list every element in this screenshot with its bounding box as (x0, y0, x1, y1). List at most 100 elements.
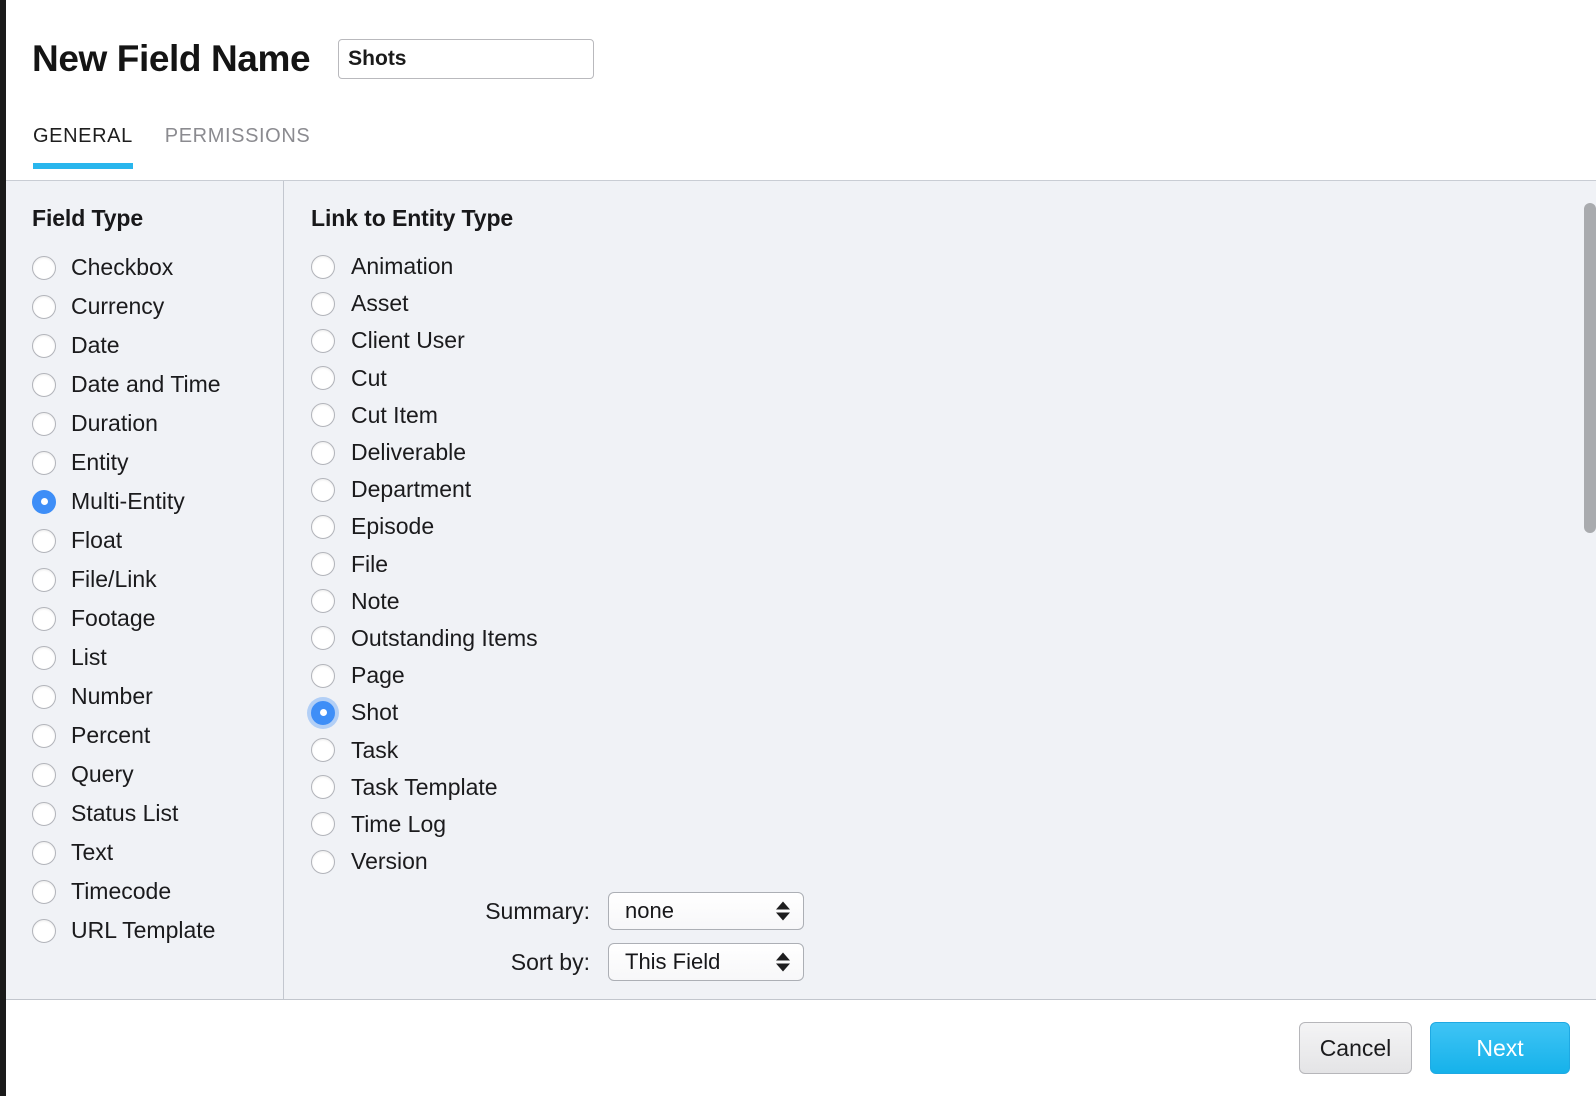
link-entity-radio-group: Animation Asset Client User Cut Cut Item Deli… (311, 248, 1596, 880)
radio-icon-unchecked[interactable] (32, 567, 56, 592)
link-entity-option-asset[interactable]: Asset (311, 285, 1596, 322)
field-name-input[interactable] (338, 39, 595, 79)
radio-icon-unchecked[interactable] (311, 477, 335, 502)
setting-label-summary: Summary: (485, 897, 590, 924)
radio-icon-unchecked[interactable] (311, 626, 335, 651)
radio-icon-unchecked[interactable] (32, 606, 56, 631)
dialog-content: Field Type Checkbox Currency Date Date and … (6, 180, 1596, 1000)
radio-icon-unchecked[interactable] (32, 801, 56, 826)
radio-icon-unchecked[interactable] (32, 450, 56, 475)
field-type-option-label: Percent (71, 722, 151, 748)
radio-icon-unchecked[interactable] (32, 840, 56, 865)
tab-general[interactable]: GENERAL (33, 118, 133, 169)
radio-icon-unchecked[interactable] (311, 440, 335, 465)
chevron-up-icon[interactable] (776, 901, 790, 910)
radio-icon-unchecked[interactable] (311, 291, 335, 316)
link-entity-option-deliverable[interactable]: Deliverable (311, 434, 1596, 471)
radio-icon-unchecked[interactable] (32, 918, 56, 943)
radio-icon-checked[interactable] (32, 489, 56, 514)
link-entity-option-page[interactable]: Page (311, 657, 1596, 694)
link-entity-option-time-log[interactable]: Time Log (311, 806, 1596, 843)
radio-icon-unchecked[interactable] (32, 684, 56, 709)
field-type-option-list[interactable]: List (32, 638, 283, 677)
link-entity-option-label: Cut Item (351, 401, 438, 428)
link-entity-option-note[interactable]: Note (311, 583, 1596, 620)
link-entity-option-cut[interactable]: Cut (311, 360, 1596, 397)
radio-icon-unchecked[interactable] (311, 254, 335, 279)
radio-icon-unchecked[interactable] (32, 723, 56, 748)
link-entity-option-version[interactable]: Version (311, 843, 1596, 880)
field-type-option-text[interactable]: Text (32, 833, 283, 872)
cancel-button[interactable]: Cancel (1299, 1022, 1412, 1074)
radio-icon-unchecked[interactable] (32, 645, 56, 670)
field-type-option-date[interactable]: Date (32, 326, 283, 365)
field-type-option-query[interactable]: Query (32, 755, 283, 794)
link-entity-option-animation[interactable]: Animation (311, 248, 1596, 285)
field-type-option-label: Text (71, 839, 114, 865)
link-entity-option-task-template[interactable]: Task Template (311, 769, 1596, 806)
field-type-option-label: File/Link (71, 566, 157, 592)
field-type-option-label: Status List (71, 800, 179, 826)
radio-icon-unchecked[interactable] (311, 738, 335, 763)
dialog-footer: Cancel Next (6, 1000, 1596, 1096)
stepper-arrows-icon[interactable] (776, 952, 790, 972)
radio-icon-unchecked[interactable] (311, 849, 335, 874)
radio-icon-unchecked[interactable] (32, 411, 56, 436)
radio-icon-unchecked[interactable] (311, 775, 335, 800)
field-type-option-label: Entity (71, 449, 129, 475)
field-type-option-currency[interactable]: Currency (32, 287, 283, 326)
radio-icon-unchecked[interactable] (32, 255, 56, 280)
radio-icon-unchecked[interactable] (311, 812, 335, 837)
radio-icon-unchecked[interactable] (32, 294, 56, 319)
link-entity-option-label: Episode (351, 513, 435, 540)
field-type-option-label: URL Template (71, 917, 216, 943)
chevron-down-icon[interactable] (776, 912, 790, 921)
field-type-option-timecode[interactable]: Timecode (32, 872, 283, 911)
field-type-option-status-list[interactable]: Status List (32, 794, 283, 833)
field-type-option-duration[interactable]: Duration (32, 404, 283, 443)
radio-icon-unchecked[interactable] (32, 528, 56, 553)
link-entity-option-client-user[interactable]: Client User (311, 322, 1596, 359)
field-type-option-float[interactable]: Float (32, 521, 283, 560)
link-entity-option-cut-item[interactable]: Cut Item (311, 397, 1596, 434)
radio-icon-unchecked[interactable] (311, 366, 335, 391)
radio-icon-unchecked[interactable] (311, 552, 335, 577)
field-type-option-number[interactable]: Number (32, 677, 283, 716)
radio-icon-unchecked[interactable] (311, 514, 335, 539)
radio-icon-checked[interactable] (311, 700, 335, 725)
select-summary[interactable]: none (608, 892, 804, 931)
field-type-option-entity[interactable]: Entity (32, 443, 283, 482)
radio-icon-unchecked[interactable] (311, 328, 335, 353)
field-type-option-percent[interactable]: Percent (32, 716, 283, 755)
select-sort-by[interactable]: This Field (608, 943, 804, 982)
link-entity-option-file[interactable]: File (311, 546, 1596, 583)
radio-icon-unchecked[interactable] (32, 762, 56, 787)
link-entity-option-task[interactable]: Task (311, 731, 1596, 768)
next-button[interactable]: Next (1430, 1022, 1570, 1074)
radio-icon-unchecked[interactable] (32, 879, 56, 904)
link-entity-option-department[interactable]: Department (311, 471, 1596, 508)
link-entity-option-shot[interactable]: Shot (311, 694, 1596, 731)
radio-icon-unchecked[interactable] (311, 403, 335, 428)
field-type-option-date-and-time[interactable]: Date and Time (32, 365, 283, 404)
link-entity-option-outstanding-items[interactable]: Outstanding Items (311, 620, 1596, 657)
radio-icon-unchecked[interactable] (32, 372, 56, 397)
radio-icon-unchecked[interactable] (311, 589, 335, 614)
field-type-option-label: Multi-Entity (71, 488, 185, 514)
link-entity-option-label: Client User (351, 327, 465, 354)
field-type-option-url-template[interactable]: URL Template (32, 911, 283, 950)
radio-icon-unchecked[interactable] (32, 333, 56, 358)
radio-icon-unchecked[interactable] (311, 663, 335, 688)
chevron-up-icon[interactable] (776, 952, 790, 961)
field-type-option-label: Date (71, 332, 120, 358)
tab-permissions[interactable]: PERMISSIONS (165, 118, 311, 169)
scrollbar-thumb[interactable] (1584, 203, 1596, 533)
chevron-down-icon[interactable] (776, 963, 790, 972)
field-type-option-checkbox[interactable]: Checkbox (32, 248, 283, 287)
link-entity-option-episode[interactable]: Episode (311, 508, 1596, 545)
field-type-option-multi-entity[interactable]: Multi-Entity (32, 482, 283, 521)
field-type-option-file-link[interactable]: File/Link (32, 560, 283, 599)
field-type-option-footage[interactable]: Footage (32, 599, 283, 638)
content-scrollbar[interactable] (1584, 187, 1596, 995)
stepper-arrows-icon[interactable] (776, 901, 790, 921)
